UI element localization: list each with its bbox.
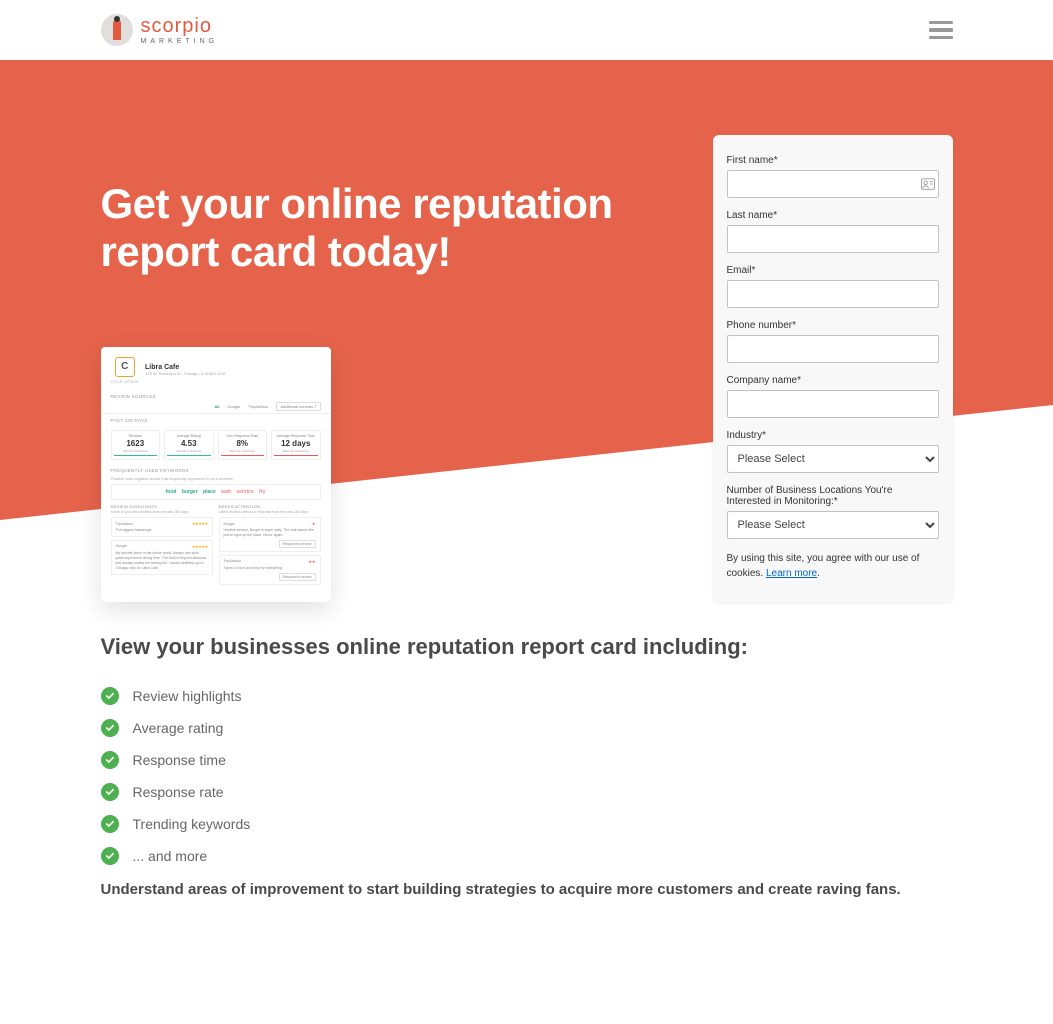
- preview-keywords-label: FREQUENTLY USED KEYWORDS: [101, 464, 331, 476]
- check-icon: [101, 815, 119, 833]
- email-label: Email*: [727, 265, 939, 276]
- phone-field[interactable]: [727, 335, 939, 363]
- check-icon: [101, 719, 119, 737]
- preview-grade-label: YOUR GRADE: [111, 380, 140, 384]
- logo-icon: [101, 14, 133, 46]
- cookie-notice: By using this site, you agree with our u…: [727, 551, 939, 581]
- site-header: scorpio MARKETING: [0, 0, 1053, 60]
- preview-sources-label: REVIEW SOURCES: [101, 390, 331, 402]
- preview-stats: Reviews1623ABOVE AVERAGE Average Rating4…: [101, 426, 331, 465]
- preview-past-label: PAST 180 DAYS: [101, 414, 331, 426]
- preview-grade-badge: C: [115, 357, 135, 377]
- list-item: Response rate: [101, 783, 953, 801]
- hero-title: Get your online reputation report card t…: [101, 180, 673, 277]
- industry-select[interactable]: Please Select: [727, 445, 939, 473]
- preview-attention-label: NEEDS ATTENTION: [219, 504, 321, 509]
- preview-src-trip: TripAdvisor: [248, 404, 268, 409]
- hamburger-menu-icon[interactable]: [929, 21, 953, 40]
- locations-label: Number of Business Locations You're Inte…: [727, 485, 939, 507]
- learn-more-link[interactable]: Learn more: [766, 568, 817, 579]
- check-icon: [101, 783, 119, 801]
- phone-label: Phone number*: [727, 320, 939, 331]
- logo[interactable]: scorpio MARKETING: [101, 14, 219, 46]
- contact-card-icon: [921, 178, 935, 190]
- preview-highlights-label: REVIEW HIGHLIGHTS: [111, 504, 213, 509]
- industry-label: Industry*: [727, 430, 939, 441]
- company-label: Company name*: [727, 375, 939, 386]
- report-card-preview: C YOUR GRADE Libra Cafe 123 W. Randolph …: [101, 347, 331, 602]
- locations-select[interactable]: Please Select: [727, 511, 939, 539]
- company-field[interactable]: [727, 390, 939, 418]
- email-field[interactable]: [727, 280, 939, 308]
- preview-src-addl: Additional sources 7: [276, 402, 320, 411]
- preview-business-name: Libra Cafe: [145, 364, 226, 371]
- preview-keywords-sub: Positive and negative words that frequen…: [101, 476, 331, 484]
- lead-form: First name* Last name* Email* Phone numb…: [713, 135, 953, 602]
- preview-business-address: 123 W. Randolph St., Chicago, IL 60601 U…: [145, 371, 226, 376]
- logo-name: scorpio: [141, 16, 219, 36]
- list-item: Review highlights: [101, 687, 953, 705]
- check-icon: [101, 687, 119, 705]
- preview-src-google: Google: [227, 404, 240, 409]
- last-name-label: Last name*: [727, 210, 939, 221]
- list-item: Trending keywords: [101, 815, 953, 833]
- preview-keywords: food burger place wait service fry: [111, 484, 321, 500]
- first-name-label: First name*: [727, 155, 939, 166]
- last-name-field[interactable]: [727, 225, 939, 253]
- logo-subtitle: MARKETING: [141, 38, 219, 45]
- first-name-field[interactable]: [727, 170, 939, 198]
- list-item: Average rating: [101, 719, 953, 737]
- section-title: View your businesses online reputation r…: [101, 632, 953, 662]
- check-icon: [101, 751, 119, 769]
- preview-src-all: All: [214, 404, 219, 409]
- feature-list: Review highlights Average rating Respons…: [101, 687, 953, 865]
- section-paragraph: Understand areas of improvement to start…: [101, 879, 953, 902]
- list-item: ... and more: [101, 847, 953, 865]
- check-icon: [101, 847, 119, 865]
- list-item: Response time: [101, 751, 953, 769]
